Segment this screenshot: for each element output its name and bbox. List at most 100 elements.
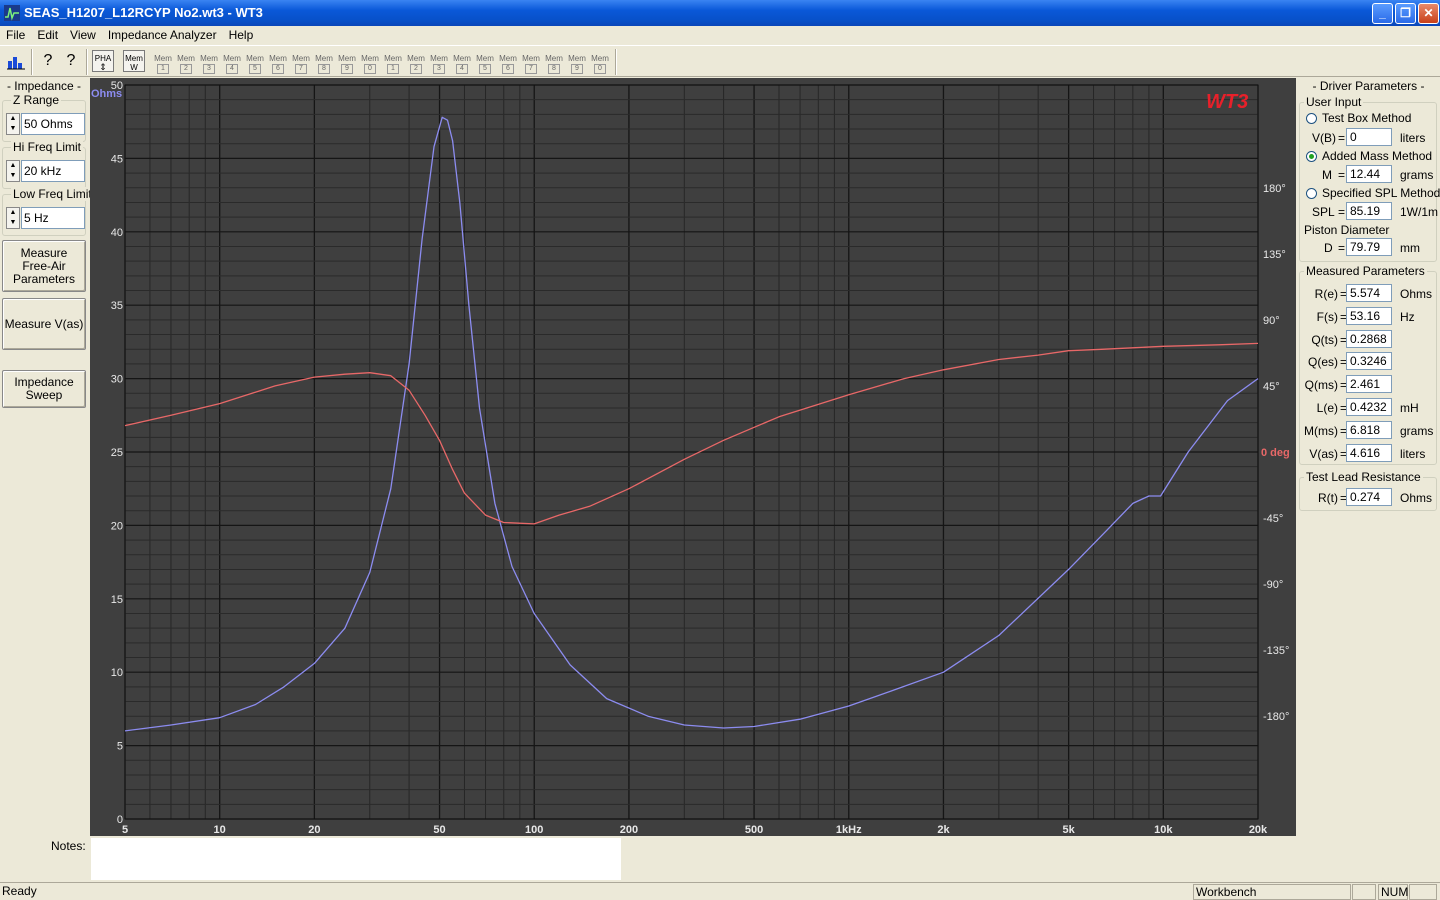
m-unit: grams <box>1400 168 1434 182</box>
param-value[interactable]: 6.818 <box>1346 420 1392 439</box>
menu-edit[interactable]: Edit <box>31 26 64 42</box>
memory-slot-label: Mem <box>246 54 264 63</box>
y2-tick-label: -45° <box>1263 513 1283 525</box>
y2-tick-label: -135° <box>1263 645 1289 657</box>
memory-slot-button[interactable]: Mem 3 <box>428 50 450 74</box>
memory-slot-button[interactable]: Mem 3 <box>198 50 220 74</box>
param-name: F(s) <box>1316 309 1338 324</box>
z-range-input[interactable] <box>21 113 85 135</box>
param-value[interactable]: 2.461 <box>1346 375 1392 394</box>
vb-input[interactable]: 0 <box>1346 128 1392 146</box>
impedance-chart: 0 5 10 15 20 25 30 35 40 45 50 Ohms 180° 135° 90° 45° -4… <box>90 78 1296 836</box>
notes-field[interactable] <box>91 838 621 880</box>
memory-slot-button[interactable]: Mem 0 <box>359 50 381 74</box>
memory-slot-button[interactable]: Mem 1 <box>382 50 404 74</box>
driver-parameters-title: - Driver Parameters - <box>1312 79 1425 93</box>
context-help-button[interactable]: ? <box>60 50 82 72</box>
spl-input[interactable]: 85.19 <box>1346 202 1392 220</box>
memory-slot-label: Mem <box>223 54 241 63</box>
impedance-sweep-button[interactable]: Impedance Sweep <box>2 370 86 408</box>
memory-slot-label: Mem <box>361 54 379 63</box>
hi-freq-spinner[interactable]: ▲ ▼ <box>6 160 20 182</box>
specified-spl-radio[interactable] <box>1306 188 1317 199</box>
hi-freq-input[interactable] <box>21 160 85 182</box>
param-value[interactable]: 4.616 <box>1346 443 1392 462</box>
app-icon <box>4 5 20 21</box>
pha-button[interactable]: PHA ⇕ <box>92 50 114 72</box>
spin-down-icon: ▼ <box>9 219 17 226</box>
toolbar-separator <box>31 49 33 75</box>
memory-slot-button[interactable]: Mem 1 <box>152 50 174 74</box>
memory-slot-button[interactable]: Mem 7 <box>290 50 312 74</box>
memory-slot-button[interactable]: Mem 5 <box>474 50 496 74</box>
measured-parameters-group: Measured Parameters R(e) = 5.574 Ohms F(s) = 5… <box>1299 264 1437 465</box>
memory-slot-button[interactable]: Mem 2 <box>175 50 197 74</box>
test-box-radio[interactable] <box>1306 113 1317 124</box>
menu-impedance-analyzer[interactable]: Impedance Analyzer <box>102 26 223 42</box>
status-workbench: Workbench <box>1193 884 1351 900</box>
param-value[interactable]: 0.2868 <box>1346 329 1392 348</box>
memory-slot-button[interactable]: Mem 4 <box>451 50 473 74</box>
memory-slot-label: Mem <box>154 54 172 63</box>
memory-slot-number: 1 <box>387 64 399 74</box>
rt-value[interactable]: 0.274 <box>1346 488 1392 506</box>
low-freq-label: Low Freq Limit <box>11 187 94 201</box>
pha-icon: ⇕ <box>99 62 107 72</box>
memory-slot-number: 1 <box>157 64 169 74</box>
d-input[interactable]: 79.79 <box>1346 238 1392 256</box>
low-freq-input[interactable] <box>21 207 85 229</box>
menu-help[interactable]: Help <box>223 26 260 42</box>
m-input[interactable]: 12.44 <box>1346 165 1392 183</box>
x-tick-label: 500 <box>745 824 763 836</box>
measure-vas-button[interactable]: Measure V(as) <box>2 298 86 350</box>
low-freq-spinner[interactable]: ▲ ▼ <box>6 207 20 229</box>
param-value[interactable]: 0.4232 <box>1346 398 1392 416</box>
param-value[interactable]: 53.16 <box>1346 306 1392 325</box>
measure-free-air-button[interactable]: Measure Free-Air Parameters <box>2 240 86 292</box>
menu-file[interactable]: File <box>0 26 31 42</box>
memory-slot-button[interactable]: Mem 4 <box>221 50 243 74</box>
param-value[interactable]: 0.3246 <box>1346 352 1392 371</box>
memory-slot-button[interactable]: Mem 6 <box>497 50 519 74</box>
x-tick-label: 50 <box>433 824 445 836</box>
memory-slot-button[interactable]: Mem 9 <box>566 50 588 74</box>
memory-slot-label: Mem <box>292 54 310 63</box>
y-tick-label: 20 <box>111 520 123 532</box>
user-input-group: User Input Test Box Method V(B) = 0 lite… <box>1299 95 1440 262</box>
memory-slot-number: 8 <box>318 64 330 74</box>
param-value[interactable]: 5.574 <box>1346 284 1392 302</box>
mem-w-label: Mem <box>125 54 143 63</box>
memory-slot-button[interactable]: Mem 8 <box>313 50 335 74</box>
menu-view[interactable]: View <box>64 26 102 42</box>
user-input-label: User Input <box>1304 95 1364 109</box>
x-tick-label: 20k <box>1249 824 1268 836</box>
memory-slot-button[interactable]: Mem 8 <box>543 50 565 74</box>
toolbar-separator <box>86 49 88 75</box>
param-unit: Ohms <box>1400 287 1433 301</box>
chart-button[interactable] <box>5 50 27 72</box>
spin-down-icon: ▼ <box>9 125 17 132</box>
status-caps <box>1352 884 1376 900</box>
param-name: Q(ms) <box>1304 378 1338 393</box>
y-tick-label: 25 <box>111 447 123 459</box>
minimize-button[interactable]: _ <box>1372 3 1393 24</box>
close-button[interactable]: ✕ <box>1418 3 1439 24</box>
low-freq-group: Low Freq Limit ▲ ▼ <box>2 187 94 236</box>
added-mass-radio[interactable] <box>1306 151 1317 162</box>
memory-slot-label: Mem <box>476 54 494 63</box>
memory-slot-button[interactable]: Mem 7 <box>520 50 542 74</box>
spl-label: SPL <box>1312 205 1335 219</box>
z-range-spinner[interactable]: ▲ ▼ <box>6 113 20 135</box>
memory-slot-button[interactable]: Mem 2 <box>405 50 427 74</box>
memory-slot-button[interactable]: Mem 6 <box>267 50 289 74</box>
vb-unit: liters <box>1400 131 1426 145</box>
y2-tick-label: 90° <box>1263 315 1280 327</box>
memory-slot-button[interactable]: Mem 9 <box>336 50 358 74</box>
help-button[interactable]: ? <box>37 50 59 72</box>
maximize-button[interactable]: ❐ <box>1395 3 1416 24</box>
memory-slot-button[interactable]: Mem 0 <box>589 50 611 74</box>
toolbar-separator <box>615 49 617 75</box>
equals-sign: = <box>1338 168 1346 182</box>
memory-slot-button[interactable]: Mem 5 <box>244 50 266 74</box>
mem-w-button[interactable]: Mem W <box>123 50 145 72</box>
